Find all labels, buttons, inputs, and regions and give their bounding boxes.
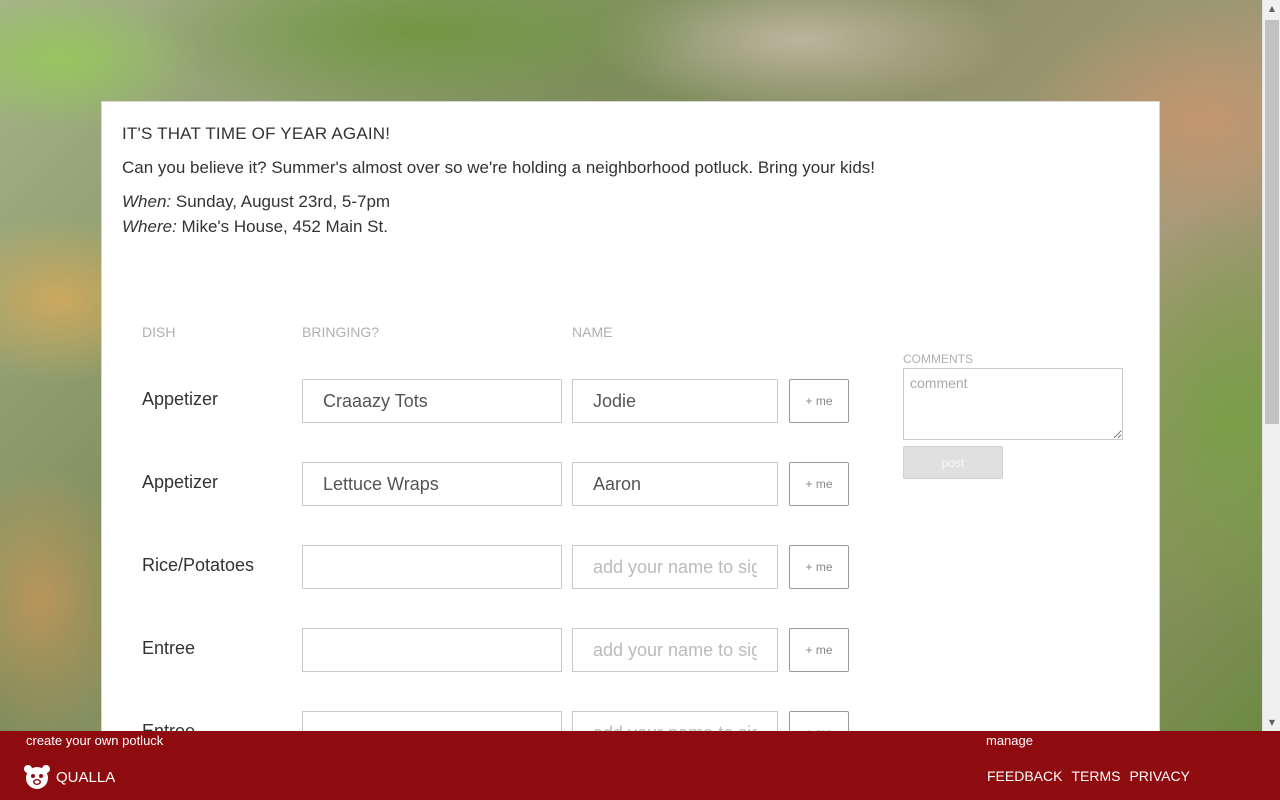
comment-textarea[interactable] [903, 368, 1123, 440]
privacy-link[interactable]: PRIVACY [1129, 768, 1189, 784]
bringing-column-header: BRINGING? [302, 324, 380, 340]
brand-name: QUALLA [56, 768, 116, 786]
post-comment-button[interactable]: post [903, 446, 1003, 479]
create-potluck-link[interactable]: create your own potluck [26, 733, 163, 748]
add-me-button[interactable]: + me [789, 545, 849, 589]
bringing-input[interactable] [302, 462, 562, 506]
brand-logo-link[interactable]: QUALLA [23, 763, 115, 791]
event-card: IT'S THAT TIME OF YEAR AGAIN! Can you be… [101, 101, 1160, 755]
comments-label: COMMENTS [903, 352, 973, 366]
scroll-up-arrow-icon[interactable]: ▲ [1263, 0, 1280, 17]
dish-label: Appetizer [142, 389, 219, 409]
event-when: When: Sunday, August 23rd, 5-7pm [122, 192, 1122, 212]
event-intro: IT'S THAT TIME OF YEAR AGAIN! Can you be… [122, 124, 1122, 237]
signup-row: Rice/Potatoes + me [102, 545, 862, 589]
page-scrollbar[interactable]: ▲ ▼ [1262, 0, 1280, 731]
name-column-header: NAME [572, 324, 613, 340]
feedback-link[interactable]: FEEDBACK [987, 768, 1062, 784]
dish-label: Rice/Potatoes [142, 555, 255, 575]
dish-label: Entree [142, 638, 196, 658]
qualla-logo-icon [24, 765, 50, 789]
name-input[interactable] [572, 628, 778, 672]
where-value: Mike's House, 452 Main St. [176, 217, 388, 236]
add-me-button[interactable]: + me [789, 379, 849, 423]
add-me-button[interactable]: + me [789, 462, 849, 506]
bringing-input[interactable] [302, 545, 562, 589]
signup-row: Appetizer + me [102, 379, 862, 423]
add-me-button[interactable]: + me [789, 628, 849, 672]
where-label: Where: [122, 217, 177, 236]
footer-bar: create your own potluck QUALLA manage FE… [0, 731, 1280, 800]
when-value: Sunday, August 23rd, 5-7pm [171, 192, 391, 211]
manage-link[interactable]: manage [986, 733, 1033, 748]
name-input[interactable] [572, 545, 778, 589]
event-title: IT'S THAT TIME OF YEAR AGAIN! [122, 124, 391, 143]
name-input[interactable] [572, 462, 778, 506]
name-input[interactable] [572, 379, 778, 423]
dish-label: Appetizer [142, 472, 219, 492]
scroll-thumb[interactable] [1265, 20, 1279, 424]
event-where: Where: Mike's House, 452 Main St. [122, 217, 1122, 237]
bringing-input[interactable] [302, 628, 562, 672]
terms-link[interactable]: TERMS [1071, 768, 1120, 784]
when-label: When: [122, 192, 172, 211]
dish-column-header: DISH [142, 324, 176, 340]
scroll-down-arrow-icon[interactable]: ▼ [1263, 714, 1280, 731]
bringing-input[interactable] [302, 379, 562, 423]
signup-row: Entree + me [102, 628, 862, 672]
event-description: Can you believe it? Summer's almost over… [122, 158, 875, 177]
footer-links: FEEDBACK TERMS PRIVACY [987, 768, 1190, 784]
signup-row: Appetizer + me [102, 462, 862, 506]
